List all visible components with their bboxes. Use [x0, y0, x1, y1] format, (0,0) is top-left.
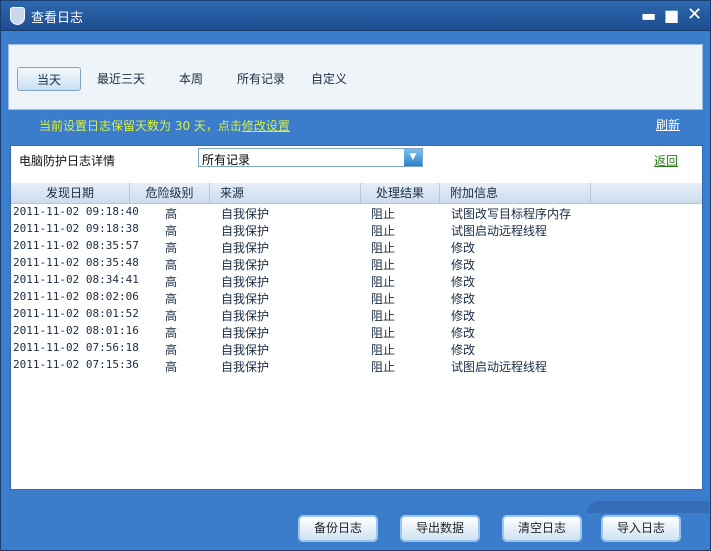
backup-log-button[interactable]: 备份日志	[298, 515, 378, 542]
row-result: 阻止	[371, 207, 396, 221]
log-filter-select[interactable]: 所有记录 ▼	[198, 148, 423, 167]
row-info: 试图启动远程线程	[451, 360, 548, 374]
minimize-icon[interactable]: ▬	[641, 6, 656, 25]
table-row[interactable]: 2011-11-02 08:34:41 高 自我保护 阻止 修改	[11, 272, 702, 289]
row-date: 2011-11-02 07:15:36	[13, 358, 139, 371]
row-source: 自我保护	[221, 292, 270, 306]
row-source: 自我保护	[221, 207, 270, 221]
col-source[interactable]: 来源	[210, 183, 361, 204]
row-info: 试图改写目标程序内存	[451, 207, 572, 221]
row-date: 2011-11-02 08:02:06	[13, 290, 139, 303]
row-result: 阻止	[371, 275, 396, 289]
tab-today[interactable]: 当天	[17, 67, 81, 91]
tab-this-week[interactable]: 本周	[169, 67, 213, 91]
tab-last-three-days[interactable]: 最近三天	[91, 67, 151, 91]
modify-settings-link[interactable]: 修改设置	[242, 119, 290, 133]
row-date: 2011-11-02 07:56:18	[13, 341, 139, 354]
log-panel: 电脑防护日志详情 所有记录 ▼ 返回 发现日期 危险级别 来源 处理结果 附加信…	[10, 145, 703, 490]
panel-label: 电脑防护日志详情	[19, 154, 116, 168]
row-level: 高	[165, 292, 178, 306]
row-level: 高	[165, 360, 178, 374]
row-date: 2011-11-02 08:01:52	[13, 307, 139, 320]
row-source: 自我保护	[221, 343, 270, 357]
row-result: 阻止	[371, 360, 396, 374]
row-level: 高	[165, 224, 178, 238]
table-row[interactable]: 2011-11-02 08:01:16 高 自我保护 阻止 修改	[11, 323, 702, 340]
row-date: 2011-11-02 09:18:40	[13, 205, 139, 218]
row-source: 自我保护	[221, 275, 270, 289]
row-info: 修改	[451, 275, 476, 289]
row-result: 阻止	[371, 326, 396, 340]
row-result: 阻止	[371, 241, 396, 255]
time-range-tabs: 当天 最近三天 本周 所有记录 自定义	[8, 44, 703, 110]
row-date: 2011-11-02 08:35:48	[13, 256, 139, 269]
title-bar: 查看日志 ▬ ■ ✕	[1, 1, 710, 31]
row-info: 修改	[451, 326, 476, 340]
row-info: 修改	[451, 292, 476, 306]
retention-notice: 当前设置日志保留天数为 30 天，点击修改设置	[39, 117, 290, 134]
row-source: 自我保护	[221, 224, 270, 238]
row-result: 阻止	[371, 292, 396, 306]
col-info[interactable]: 附加信息	[440, 183, 591, 204]
log-table-body: 2011-11-02 09:18:40 高自我保护 阻止 试图改写目标程序内存 2011…	[11, 204, 702, 374]
row-info: 修改	[451, 309, 476, 323]
col-level[interactable]: 危险级别	[130, 183, 210, 204]
row-level: 高	[165, 241, 178, 255]
row-source: 自我保护	[221, 360, 270, 374]
import-log-button[interactable]: 导入日志	[601, 515, 681, 542]
window-title: 查看日志	[31, 11, 84, 26]
close-icon[interactable]: ✕	[687, 4, 702, 25]
refresh-link[interactable]: 刷新	[656, 116, 680, 133]
row-level: 高	[165, 326, 178, 340]
tab-custom[interactable]: 自定义	[305, 67, 353, 91]
row-level: 高	[165, 258, 178, 272]
row-level: 高	[165, 309, 178, 323]
table-row[interactable]: 2011-11-02 08:02:06 高 自我保护 阻止 修改	[11, 289, 702, 306]
table-row[interactable]: 2011-11-02 07:56:18 高 自我保护 阻止 修改	[11, 340, 702, 357]
back-link[interactable]: 返回	[654, 152, 678, 169]
row-info: 修改	[451, 241, 476, 255]
clear-log-button[interactable]: 清空日志	[502, 515, 582, 542]
watermark	[587, 501, 709, 513]
row-date: 2011-11-02 08:01:16	[13, 324, 139, 337]
row-level: 高	[165, 207, 178, 221]
row-date: 2011-11-02 08:35:57	[13, 239, 139, 252]
table-row[interactable]: 2011-11-02 07:15:36 高 自我保护 阻止 试图启动远程线程	[11, 357, 702, 374]
table-row[interactable]: 2011-11-02 09:18:40 高 自我保护 阻止 试图改写目标程序内存	[11, 204, 702, 221]
row-result: 阻止	[371, 309, 396, 323]
filter-value: 所有记录	[202, 153, 251, 167]
row-level: 高	[165, 343, 178, 357]
maximize-icon[interactable]: ■	[664, 6, 679, 25]
col-date[interactable]: 发现日期	[11, 183, 130, 204]
row-result: 阻止	[371, 224, 396, 238]
table-row[interactable]: 2011-11-02 08:35:48 高 自我保护 阻止 修改	[11, 255, 702, 272]
col-result[interactable]: 处理结果	[361, 183, 440, 204]
tab-all-records[interactable]: 所有记录	[231, 67, 291, 91]
row-result: 阻止	[371, 258, 396, 272]
export-data-button[interactable]: 导出数据	[400, 515, 480, 542]
row-result: 阻止	[371, 343, 396, 357]
row-level: 高	[165, 275, 178, 289]
table-header: 发现日期 危险级别 来源 处理结果 附加信息	[11, 183, 702, 204]
row-date: 2011-11-02 08:34:41	[13, 273, 139, 286]
row-source: 自我保护	[221, 326, 270, 340]
row-date: 2011-11-02 09:18:38	[13, 222, 139, 235]
row-info: 修改	[451, 343, 476, 357]
row-info: 试图启动远程线程	[451, 224, 548, 238]
row-source: 自我保护	[221, 309, 270, 323]
chevron-down-icon[interactable]: ▼	[404, 149, 422, 166]
table-row[interactable]: 2011-11-02 09:18:38 高 自我保护 阻止 试图启动远程线程	[11, 221, 702, 238]
notice-text: 当前设置日志保留天数为 30 天，点击	[39, 119, 242, 133]
row-info: 修改	[451, 258, 476, 272]
log-viewer-window: 查看日志 ▬ ■ ✕ 当天 最近三天 本周 所有记录 自定义 当前设置日志保留天…	[0, 0, 711, 551]
shield-logo-icon	[10, 7, 25, 25]
table-row[interactable]: 2011-11-02 08:35:57 高 自我保护 阻止 修改	[11, 238, 702, 255]
row-source: 自我保护	[221, 258, 270, 272]
table-row[interactable]: 2011-11-02 08:01:52 高 自我保护 阻止 修改	[11, 306, 702, 323]
row-source: 自我保护	[221, 241, 270, 255]
